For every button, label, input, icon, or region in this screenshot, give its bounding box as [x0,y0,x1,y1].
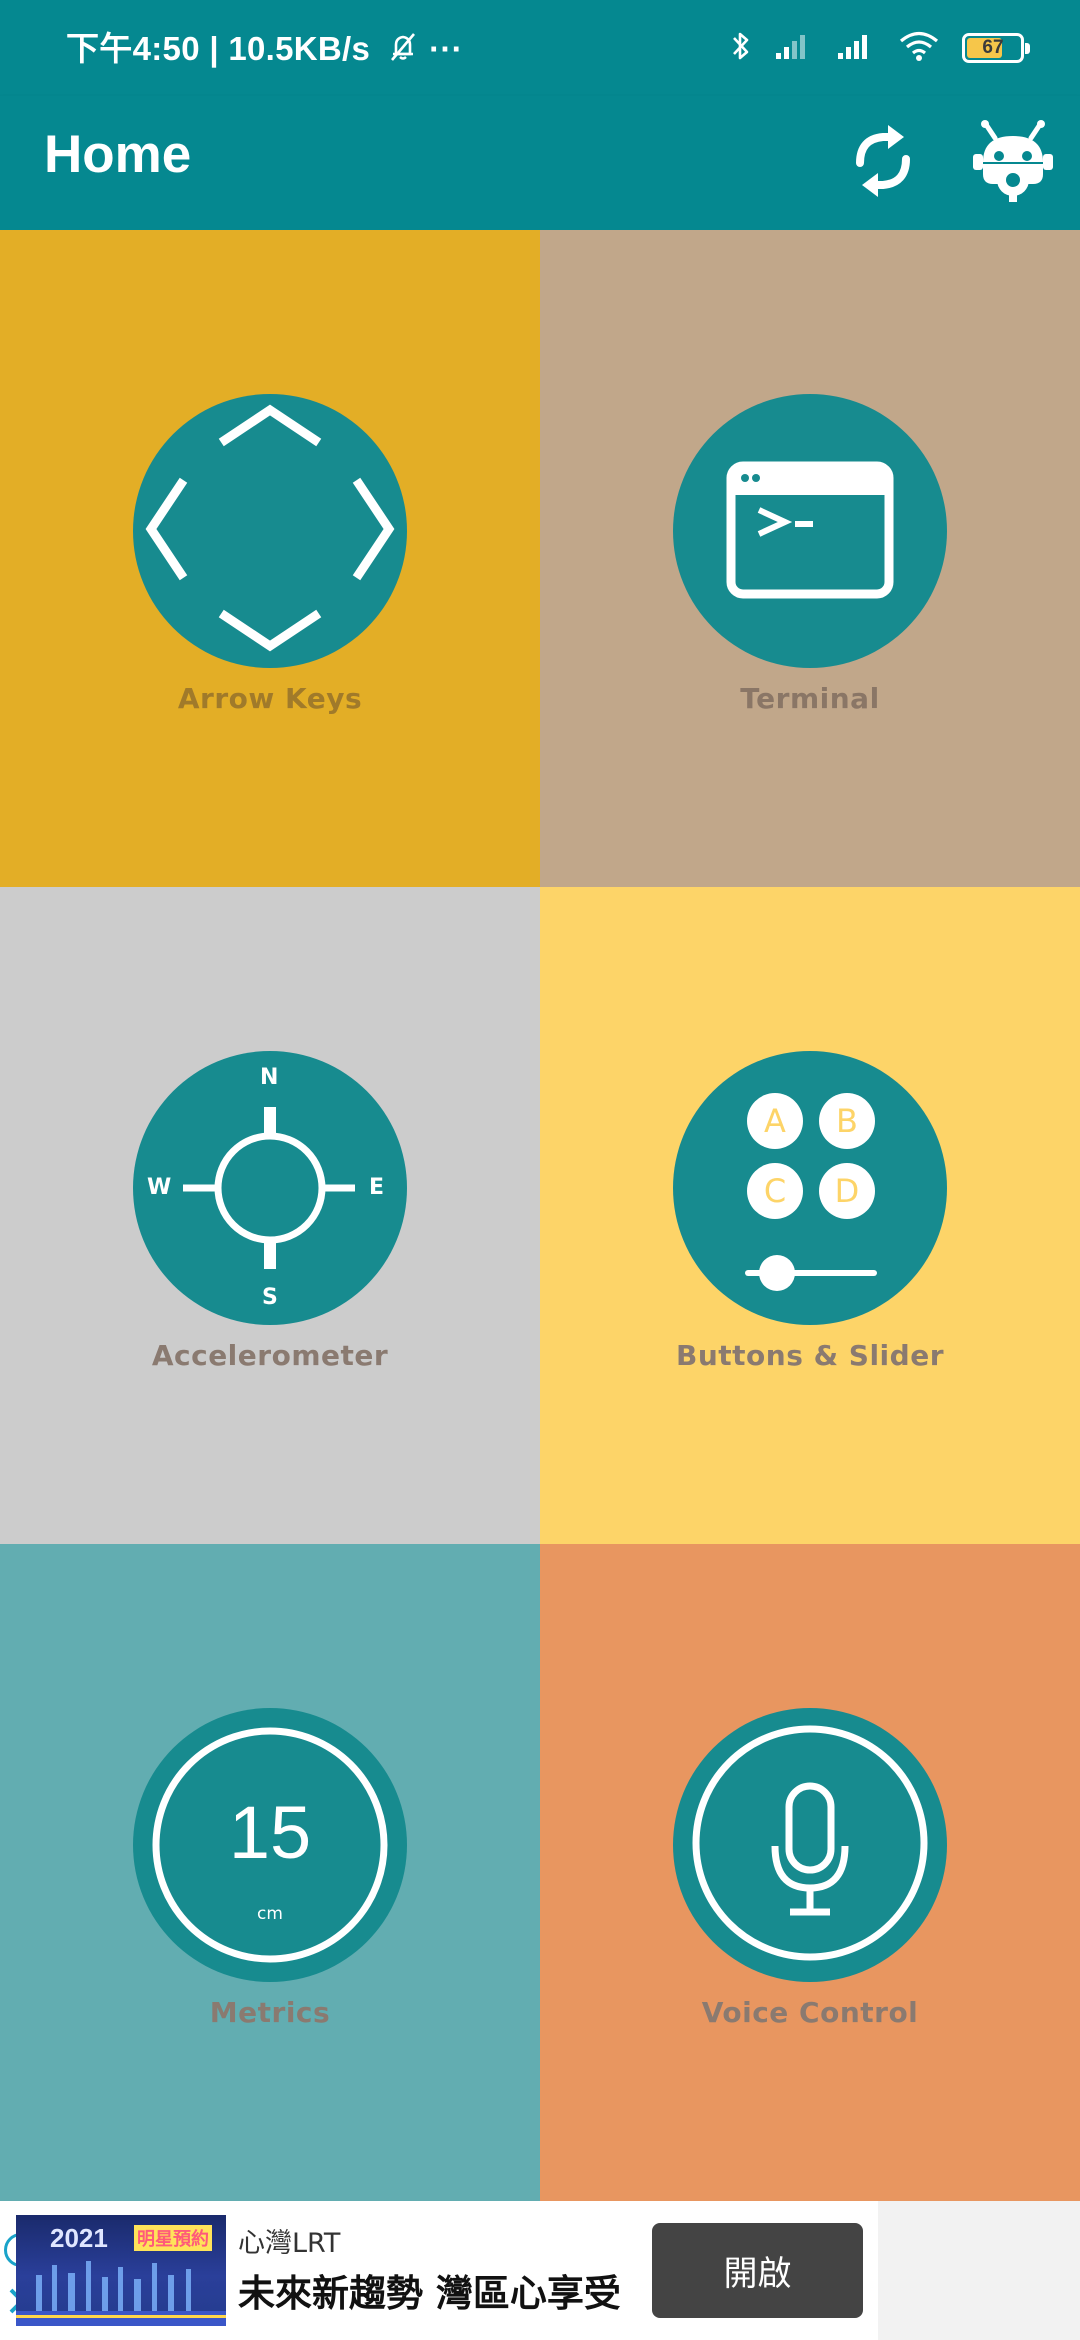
microphone-icon [673,1706,947,1984]
ad-headline: 未來新趨勢 灣區心享受 [238,2272,621,2315]
terminal-icon [673,392,947,670]
button-c: C [747,1163,803,1219]
bluetooth-icon [730,29,752,67]
tile-accelerometer[interactable]: N S W E Accelerometer [0,887,540,1544]
tile-circle: 15 cm [133,1708,407,1982]
tile-voice-control[interactable]: Voice Control [540,1544,1080,2201]
ad-banner: i 2021 明星預約 [0,2201,1080,2340]
status-bar: 下午4:50 | 10.5KB/s ··· 67 [0,0,1080,96]
tile-label: Metrics [209,1996,331,2029]
bell-off-icon [386,30,420,72]
ad-image[interactable]: 2021 明星預約 [16,2215,226,2326]
network-speed: 10.5KB/s [228,30,371,67]
button-b: B [819,1093,875,1149]
ad-open-button[interactable]: 開啟 [652,2223,863,2318]
tile-buttons-slider[interactable]: A B C D Buttons & Slider [540,887,1080,1544]
signal-icon [836,31,876,65]
compass-north: N [260,1065,279,1090]
compass-west: W [147,1175,172,1200]
signal-icon [774,31,814,65]
tile-metrics[interactable]: 15 cm Metrics [0,1544,540,2201]
app-bar: Home [0,96,1080,230]
arrow-keys-icon [133,392,407,670]
battery-icon: 67 [962,33,1030,63]
compass-icon: N S W E [133,1051,407,1325]
ad-content[interactable]: i 2021 明星預約 [0,2201,878,2340]
tile-circle [673,394,947,668]
sync-button[interactable] [830,110,936,216]
buttons-slider-icon: A B C D [673,1051,947,1325]
tile-circle: A B C D [673,1051,947,1325]
slider-thumb [759,1255,795,1291]
page-title: Home [44,125,192,184]
battery-level: 67 [982,37,1004,58]
metric-value: 15 [228,1791,312,1874]
status-right: 67 [730,28,1030,68]
ad-skyline [16,2261,226,2326]
tile-label: Arrow Keys [177,682,363,715]
button-a: A [747,1093,803,1149]
tile-label: Voice Control [701,1996,919,2029]
metric-unit: cm [257,1904,283,1924]
button-d: D [819,1163,875,1219]
status-time: 下午4:50 [66,30,200,67]
compass-south: S [262,1285,278,1310]
status-overflow: ··· [429,30,463,67]
ad-advertiser: 心灣LRT [238,2228,341,2259]
tile-label: Accelerometer [151,1339,389,1372]
tile-label: Terminal [740,682,880,715]
tile-circle: N S W E [133,1051,407,1325]
tile-arrow-keys[interactable]: Arrow Keys [0,230,540,887]
status-left: 下午4:50 | 10.5KB/s ··· [66,22,463,72]
compass-east: E [369,1175,385,1200]
sync-icon [848,123,918,203]
metrics-icon: 15 cm [133,1708,407,1982]
tile-label: Buttons & Slider [676,1339,944,1372]
tile-circle [133,394,407,668]
tile-circle [673,1708,947,1982]
robot-settings-button[interactable] [960,110,1066,216]
wifi-icon [898,30,940,66]
robot-settings-icon [969,118,1057,208]
controller-grid: Arrow Keys Terminal N S W E Acceleromete… [0,230,1080,2201]
tile-terminal[interactable]: Terminal [540,230,1080,887]
